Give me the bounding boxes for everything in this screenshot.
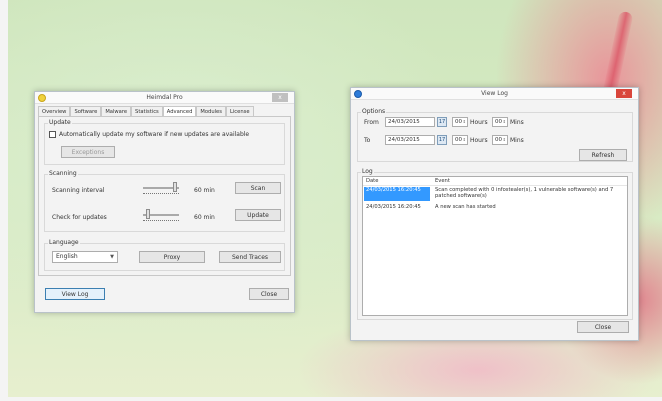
language-group-label: Language <box>48 239 80 246</box>
tab-strip: Overview Software Malware Statistics Adv… <box>38 106 254 117</box>
column-header-date[interactable]: Date <box>366 178 378 184</box>
hours-label: Hours <box>470 119 488 126</box>
tab-panel: Update Automatically update my software … <box>38 116 291 276</box>
scanning-interval-value: 60 min <box>194 187 215 194</box>
calendar-icon[interactable]: 17 <box>437 117 447 127</box>
auto-update-checkbox[interactable] <box>49 131 56 138</box>
slider-thumb[interactable] <box>146 209 150 219</box>
to-date-field[interactable]: 24/03/2015 <box>385 135 435 145</box>
log-group-label: Log <box>361 168 374 175</box>
language-selected: English <box>56 253 78 260</box>
language-select[interactable]: English ▼ <box>52 251 118 263</box>
from-label: From <box>364 119 379 126</box>
to-label: To <box>364 137 371 144</box>
calendar-icon[interactable]: 17 <box>437 135 447 145</box>
window-title: View Log <box>481 90 508 97</box>
log-table[interactable]: Date Event 24/03/2015 16:20:45 Scan comp… <box>362 176 628 316</box>
log-table-header: Date Event <box>363 178 627 186</box>
proxy-button[interactable]: Proxy <box>139 251 205 263</box>
options-group-label: Options <box>361 108 387 115</box>
log-date: 24/03/2015 16:20:45 <box>364 187 430 201</box>
table-row[interactable]: 24/03/2015 16:20:45 A new scan has start… <box>363 204 627 212</box>
from-hours-spinner[interactable]: 00 ⇕ <box>452 117 468 127</box>
mins-label: Mins <box>510 137 524 144</box>
close-button[interactable]: Close <box>249 288 289 300</box>
hours-label: Hours <box>470 137 488 144</box>
scanning-interval-slider[interactable] <box>143 182 179 194</box>
from-mins-value: 00 <box>495 119 502 125</box>
close-icon[interactable]: x <box>272 93 288 102</box>
spinner-arrows-icon[interactable]: ⇕ <box>463 136 466 144</box>
chevron-down-icon: ▼ <box>110 254 114 260</box>
exceptions-button[interactable]: Exceptions <box>61 146 115 158</box>
slider-ticks <box>143 220 179 222</box>
window-title: Heimdal Pro <box>146 94 183 101</box>
spinner-arrows-icon[interactable]: ⇕ <box>463 118 466 126</box>
check-updates-value: 60 min <box>194 214 215 221</box>
mins-label: Mins <box>510 119 524 126</box>
scanning-group-label: Scanning <box>48 170 78 177</box>
view-log-window: View Log x Options From 24/03/2015 17 00… <box>350 87 639 341</box>
send-traces-button[interactable]: Send Traces <box>219 251 281 263</box>
update-group <box>44 123 285 165</box>
log-date: 24/03/2015 16:20:45 <box>366 204 421 210</box>
from-mins-spinner[interactable]: 00 ⇕ <box>492 117 508 127</box>
update-button[interactable]: Update <box>235 209 281 221</box>
tab-software[interactable]: Software <box>70 106 102 116</box>
auto-update-label: Automatically update my software if new … <box>59 131 250 138</box>
refresh-button[interactable]: Refresh <box>579 149 627 161</box>
to-mins-value: 00 <box>495 137 502 143</box>
tab-modules[interactable]: Modules <box>196 106 226 116</box>
from-date-field[interactable]: 24/03/2015 <box>385 117 435 127</box>
to-hours-spinner[interactable]: 00 ⇕ <box>452 135 468 145</box>
slider-ticks <box>143 193 179 195</box>
spinner-arrows-icon[interactable]: ⇕ <box>503 136 506 144</box>
check-updates-slider[interactable] <box>143 209 179 221</box>
from-hours-value: 00 <box>455 119 462 125</box>
table-row[interactable]: 24/03/2015 16:20:45 Scan completed with … <box>363 187 627 202</box>
tab-overview[interactable]: Overview <box>38 106 71 116</box>
view-log-button[interactable]: View Log <box>45 288 105 300</box>
check-updates-label: Check for updates <box>52 214 107 221</box>
heimdal-pro-window: Heimdal Pro x Overview Software Malware … <box>34 91 295 313</box>
viewlog-titlebar[interactable]: View Log x <box>351 88 638 100</box>
column-header-event[interactable]: Event <box>435 178 625 184</box>
scan-button[interactable]: Scan <box>235 182 281 194</box>
close-icon[interactable]: x <box>616 89 632 98</box>
to-hours-value: 00 <box>455 137 462 143</box>
slider-thumb[interactable] <box>173 182 177 192</box>
log-event: Scan completed with 0 infostealer(s), 1 … <box>435 187 614 199</box>
scanning-interval-label: Scanning interval <box>52 187 105 194</box>
log-event: A new scan has started <box>435 204 496 210</box>
tab-license[interactable]: License <box>225 106 254 116</box>
heimdal-titlebar[interactable]: Heimdal Pro x <box>35 92 294 104</box>
spinner-arrows-icon[interactable]: ⇕ <box>503 118 506 126</box>
tab-statistics[interactable]: Statistics <box>131 106 163 116</box>
close-button[interactable]: Close <box>577 321 629 333</box>
update-group-label: Update <box>48 119 72 126</box>
tab-malware[interactable]: Malware <box>101 106 132 116</box>
to-mins-spinner[interactable]: 00 ⇕ <box>492 135 508 145</box>
